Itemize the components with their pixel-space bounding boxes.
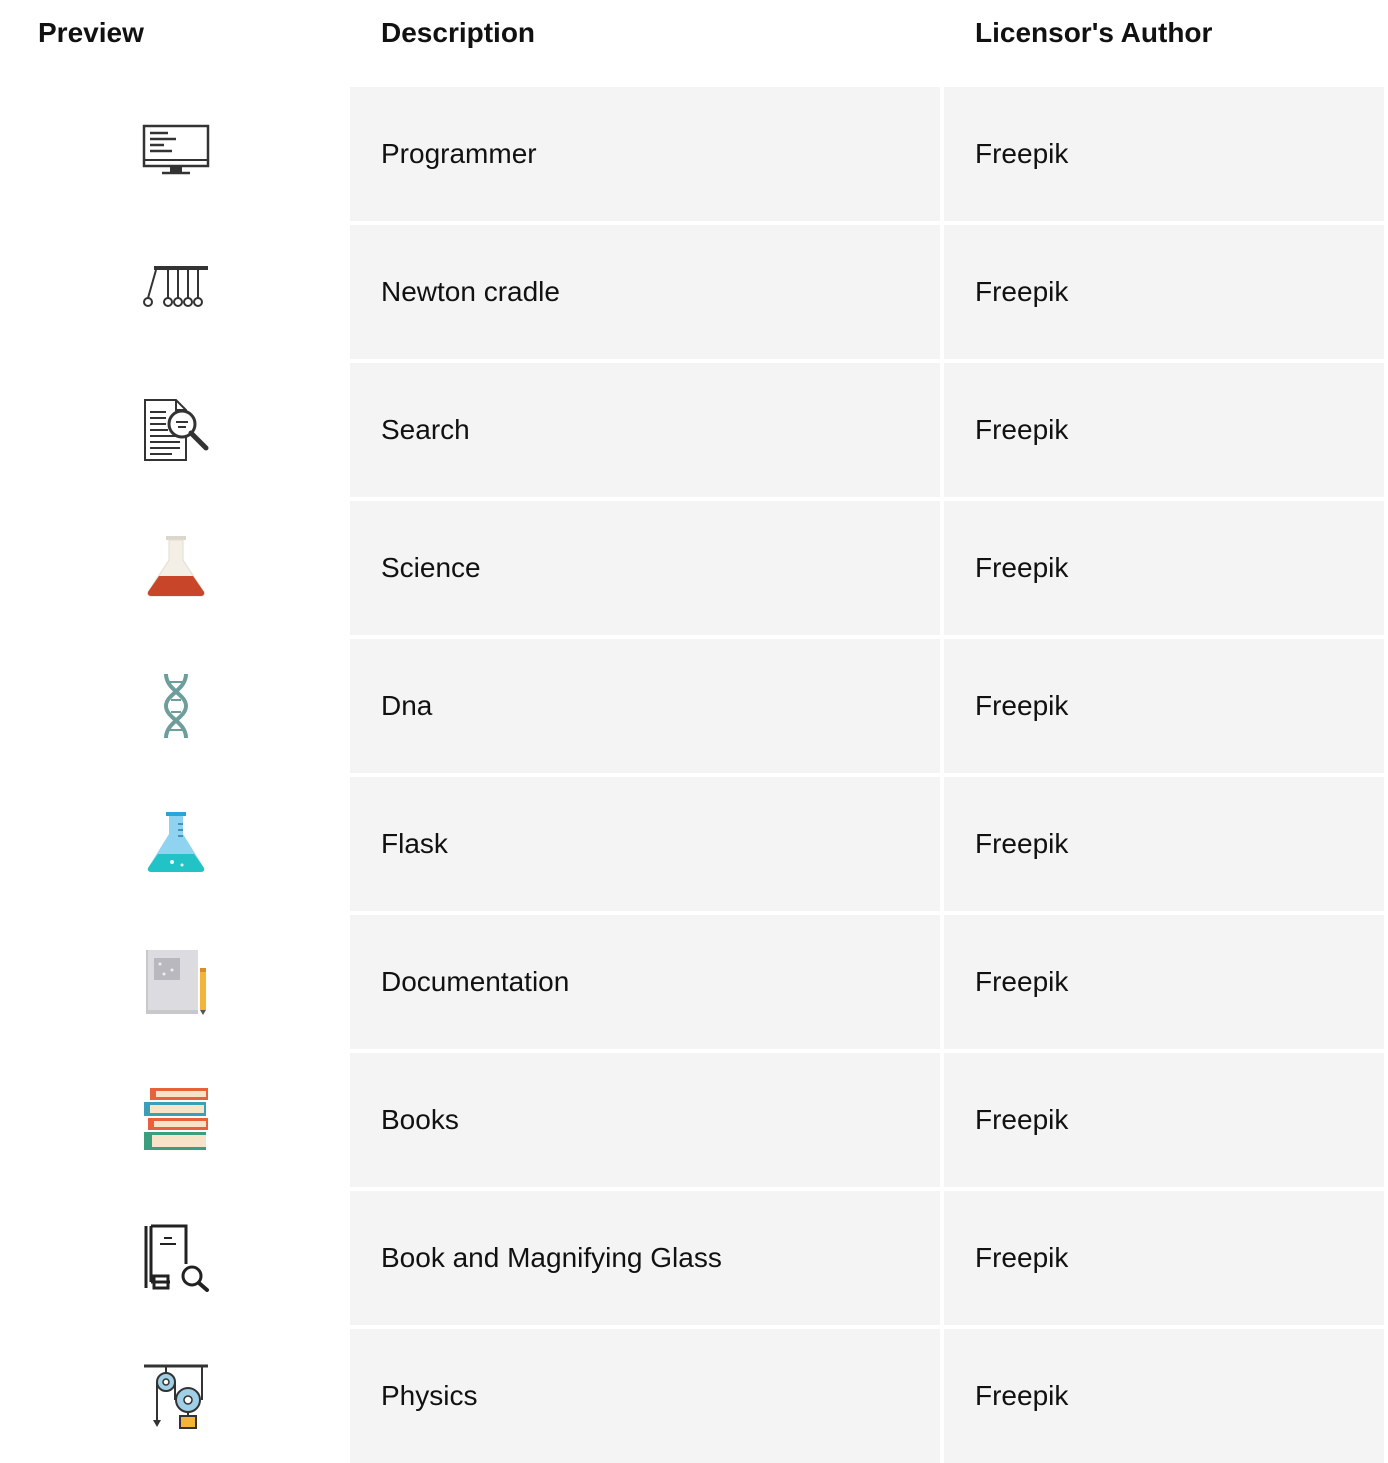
author-text: Freepik — [975, 552, 1069, 583]
description-cell: Book and Magnifying Glass — [350, 1191, 940, 1325]
preview-cell — [0, 1329, 350, 1463]
author-cell: Freepik — [944, 87, 1384, 221]
author-cell: Freepik — [944, 1191, 1384, 1325]
description-cell: Search — [350, 363, 940, 497]
author-text: Freepik — [975, 966, 1069, 997]
documentation-icon — [142, 948, 210, 1016]
author-text: Freepik — [975, 1380, 1069, 1411]
description-text: Search — [381, 414, 470, 445]
table-row: Search Freepik — [0, 363, 1388, 497]
description-text: Dna — [381, 690, 433, 721]
preview-cell — [0, 1191, 350, 1325]
preview-cell — [0, 915, 350, 1049]
header-preview: Preview — [38, 17, 144, 48]
flask-icon — [142, 810, 210, 878]
author-text: Freepik — [975, 828, 1069, 859]
description-cell: Books — [350, 1053, 940, 1187]
preview-cell — [0, 501, 350, 635]
author-cell: Freepik — [944, 1329, 1384, 1463]
author-cell: Freepik — [944, 639, 1384, 773]
author-text: Freepik — [975, 276, 1069, 307]
table-row: Science Freepik — [0, 501, 1388, 635]
description-text: Science — [381, 552, 481, 583]
author-text: Freepik — [975, 414, 1069, 445]
table-row: Documentation Freepik — [0, 915, 1388, 1049]
author-cell: Freepik — [944, 501, 1384, 635]
header-author: Licensor's Author — [975, 17, 1213, 48]
description-text: Books — [381, 1104, 459, 1135]
table-row: Books Freepik — [0, 1053, 1388, 1187]
description-text: Documentation — [381, 966, 570, 997]
dna-icon — [142, 672, 210, 740]
author-cell: Freepik — [944, 777, 1384, 911]
description-cell: Physics — [350, 1329, 940, 1463]
description-text: Newton cradle — [381, 276, 560, 307]
books-icon — [142, 1086, 210, 1154]
author-text: Freepik — [975, 690, 1069, 721]
description-cell: Programmer — [350, 87, 940, 221]
table-header: Preview Description Licensor's Author — [0, 0, 1388, 84]
newton-cradle-icon — [142, 258, 210, 326]
author-cell: Freepik — [944, 915, 1384, 1049]
author-text: Freepik — [975, 1104, 1069, 1135]
description-cell: Newton cradle — [350, 225, 940, 359]
table-row: Dna Freepik — [0, 639, 1388, 773]
table-row: Programmer Freepik — [0, 87, 1388, 221]
author-text: Freepik — [975, 1242, 1069, 1273]
physics-pulley-icon — [142, 1362, 210, 1430]
preview-cell — [0, 87, 350, 221]
description-cell: Flask — [350, 777, 940, 911]
author-cell: Freepik — [944, 225, 1384, 359]
table-row: Flask Freepik — [0, 777, 1388, 911]
description-cell: Documentation — [350, 915, 940, 1049]
description-text: Book and Magnifying Glass — [381, 1242, 722, 1273]
table-row: Physics Freepik — [0, 1329, 1388, 1463]
description-text: Flask — [381, 828, 448, 859]
monitor-code-icon — [142, 120, 210, 188]
preview-cell — [0, 225, 350, 359]
description-text: Physics — [381, 1380, 478, 1411]
table-row: Newton cradle Freepik — [0, 225, 1388, 359]
book-magnifier-icon — [142, 1224, 210, 1292]
preview-cell — [0, 639, 350, 773]
description-text: Programmer — [381, 138, 537, 169]
preview-cell — [0, 1053, 350, 1187]
table-row: Book and Magnifying Glass Freepik — [0, 1191, 1388, 1325]
description-cell: Science — [350, 501, 940, 635]
preview-cell — [0, 777, 350, 911]
description-cell: Dna — [350, 639, 940, 773]
author-text: Freepik — [975, 138, 1069, 169]
author-cell: Freepik — [944, 363, 1384, 497]
science-flask-icon — [142, 534, 210, 602]
document-search-icon — [142, 396, 210, 464]
preview-cell — [0, 363, 350, 497]
author-cell: Freepik — [944, 1053, 1384, 1187]
header-description: Description — [381, 17, 536, 48]
